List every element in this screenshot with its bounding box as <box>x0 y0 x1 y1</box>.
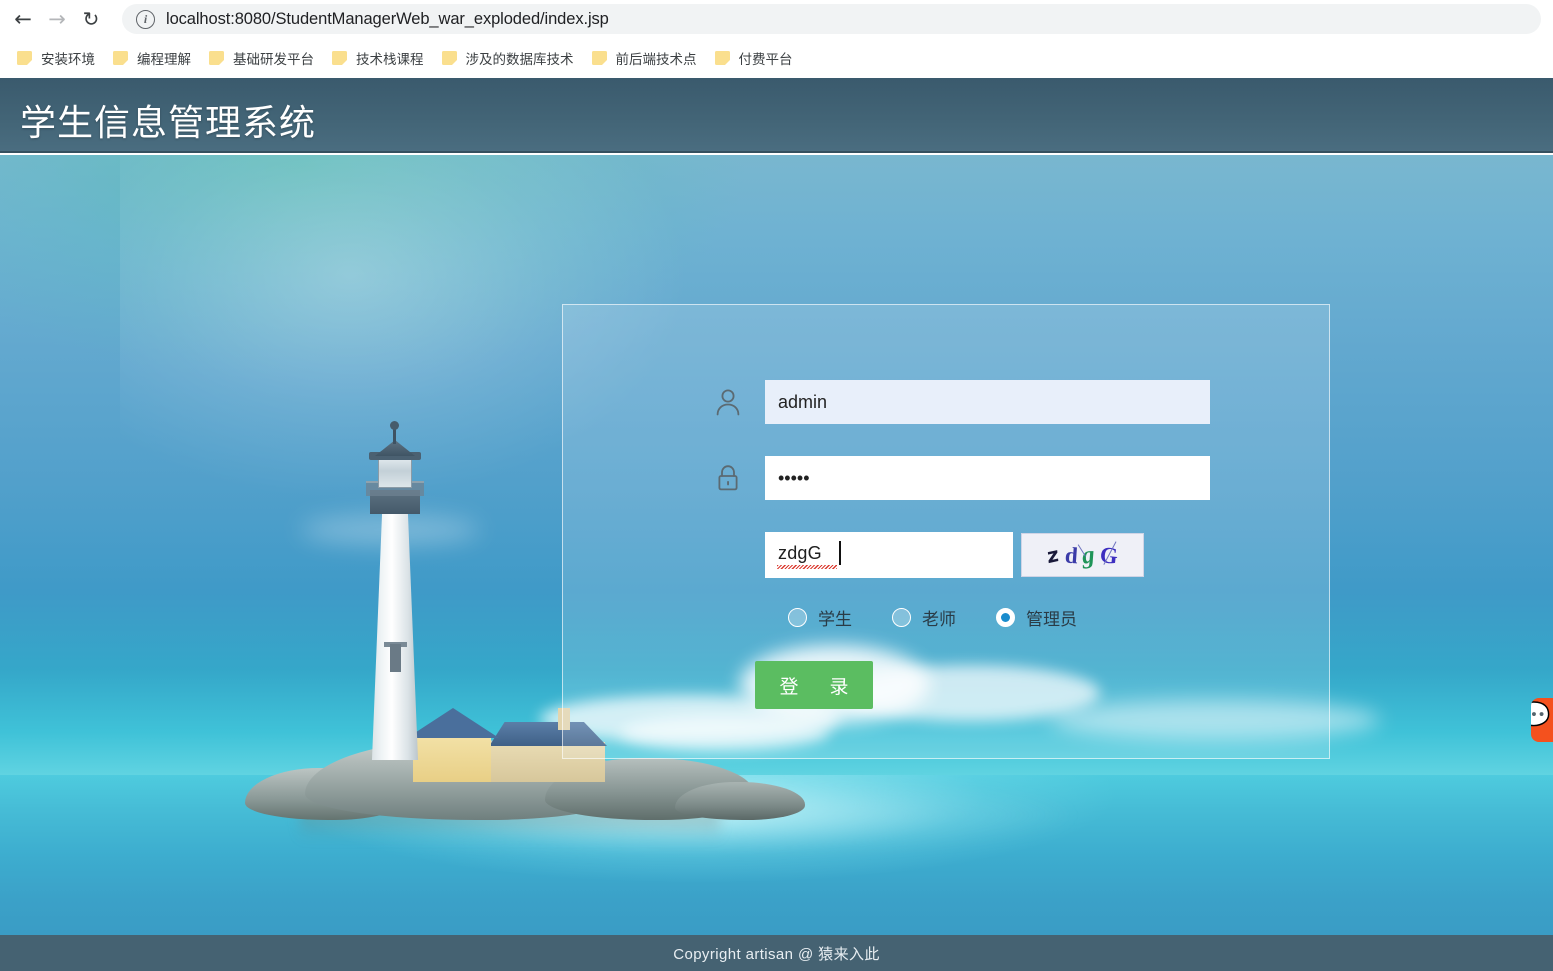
bookmark-label: 前后端技术点 <box>615 52 697 67</box>
page-content: 学生信息管理系统 admin ••••• zdgG z d g 学生 老师 管理… <box>0 78 1553 971</box>
lantern-room <box>378 454 412 488</box>
lantern-roof <box>369 452 421 460</box>
folder-icon <box>332 51 347 65</box>
folder-icon <box>441 51 457 65</box>
captcha-typed-value: zdgG <box>778 543 822 563</box>
folder-icon <box>209 51 224 65</box>
bookmark-item[interactable]: 付费平台 <box>706 44 802 72</box>
house-roof <box>407 708 499 738</box>
folder-icon <box>17 51 32 65</box>
radio-icon[interactable] <box>788 608 807 627</box>
bookmark-label: 涉及的数据库技术 <box>465 52 574 67</box>
tower-gallery-rail <box>366 481 424 496</box>
site-footer: Copyright artisan @ 猿来入此 <box>0 935 1553 971</box>
bookmark-item[interactable]: 安装环境 <box>8 44 104 72</box>
reload-button[interactable]: ↻ <box>74 2 108 36</box>
rock <box>545 758 755 820</box>
address-bar[interactable]: i localhost:8080/StudentManagerWeb_war_e… <box>122 4 1541 34</box>
bookmark-item[interactable]: 涉及的数据库技术 <box>433 44 583 72</box>
bookmark-item[interactable]: 基础研发平台 <box>200 44 323 72</box>
browser-toolbar: ← → ↻ i localhost:8080/StudentManagerWeb… <box>0 0 1553 38</box>
bookmark-label: 技术栈课程 <box>356 52 424 67</box>
folder-icon <box>714 51 730 65</box>
captcha-image[interactable]: z d g G <box>1021 533 1144 577</box>
bookmark-label: 基础研发平台 <box>233 52 314 67</box>
folder-icon <box>591 51 607 65</box>
captcha-char: z <box>1045 541 1060 569</box>
role-option-teacher[interactable]: 老师 <box>892 605 956 630</box>
user-icon <box>713 386 743 418</box>
password-field-row <box>713 456 1210 500</box>
floating-chat-widget[interactable]: 💬 <box>1531 698 1553 742</box>
cloud <box>300 515 480 545</box>
tower-door <box>390 644 401 672</box>
role-radio-group: 学生 老师 管理员 <box>788 605 1077 630</box>
bookmark-label: 安装环境 <box>41 52 95 67</box>
role-label: 管理员 <box>1026 610 1077 629</box>
rock <box>245 768 405 820</box>
lantern-cap <box>375 440 415 456</box>
bookmark-item[interactable]: 技术栈课程 <box>323 44 433 72</box>
lighthouse-tower <box>363 421 427 760</box>
tower-door-lintel <box>384 642 407 647</box>
info-circle-icon[interactable]: i <box>136 9 155 29</box>
lock-icon <box>713 462 743 494</box>
back-button[interactable]: ← <box>6 2 40 36</box>
site-header: 学生信息管理系统 <box>0 78 1553 153</box>
tower-shaft <box>371 510 419 760</box>
captcha-spacer-icon <box>713 539 743 571</box>
house-body <box>413 734 491 782</box>
folder-icon <box>113 51 128 65</box>
ocean-water <box>0 775 1553 935</box>
password-input[interactable] <box>765 456 1210 500</box>
island-reflection <box>300 810 720 840</box>
role-option-admin[interactable]: 管理员 <box>996 605 1077 630</box>
spellcheck-squiggle <box>777 565 837 569</box>
username-input[interactable] <box>765 380 1210 424</box>
text-caret <box>839 541 841 565</box>
role-label: 老师 <box>922 610 956 629</box>
address-bar-url: localhost:8080/StudentManagerWeb_war_exp… <box>166 9 609 28</box>
bookmark-label: 付费平台 <box>738 52 793 67</box>
lantern-finial <box>393 428 396 444</box>
radio-icon-selected[interactable] <box>996 608 1015 627</box>
copyright-text: Copyright artisan @ 猿来入此 <box>673 945 880 963</box>
username-field-row <box>713 380 1210 424</box>
login-panel: zdgG z d g G 学生 老师 <box>562 304 1330 759</box>
forward-button[interactable]: → <box>40 2 74 36</box>
captcha-input[interactable]: zdgG <box>765 532 1013 578</box>
login-button[interactable]: 登 录 <box>755 661 873 709</box>
captcha-char: g <box>1080 540 1096 570</box>
forward-arrow-icon: → <box>48 6 66 31</box>
back-arrow-icon: ← <box>14 6 32 31</box>
water-sheen <box>260 785 1260 875</box>
captcha-field-row: zdgG z d g G <box>713 532 1144 578</box>
reload-icon: ↻ <box>82 7 100 31</box>
chat-bubble-icon: 💬 <box>1531 701 1551 732</box>
bookmark-label: 编程理解 <box>137 52 191 67</box>
browser-chrome: ← → ↻ i localhost:8080/StudentManagerWeb… <box>0 0 1553 78</box>
bookmarks-bar: 安装环境 编程理解 基础研发平台 技术栈课程 涉及的数据库技术 前后端技术点 付… <box>0 38 1553 78</box>
radio-icon[interactable] <box>892 608 911 627</box>
bookmark-item[interactable]: 编程理解 <box>104 44 200 72</box>
bookmark-item[interactable]: 前后端技术点 <box>583 44 706 72</box>
page-title: 学生信息管理系统 <box>20 102 317 143</box>
rock <box>675 782 805 820</box>
role-option-student[interactable]: 学生 <box>788 605 852 630</box>
lantern-finial-ball <box>390 421 399 430</box>
role-label: 学生 <box>818 610 852 629</box>
captcha-char: d <box>1063 542 1079 568</box>
tower-gallery <box>370 490 420 514</box>
